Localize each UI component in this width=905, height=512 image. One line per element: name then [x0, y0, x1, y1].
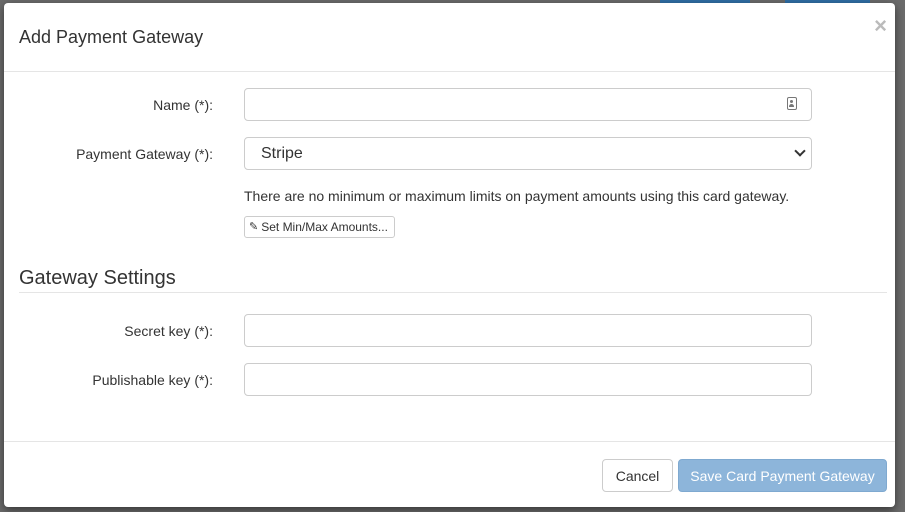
set-min-max-amounts-button[interactable]: ✎ Set Min/Max Amounts...	[244, 216, 395, 238]
publishable-key-row: Publishable key (*):	[4, 363, 895, 397]
section-divider	[19, 292, 887, 293]
payment-gateway-select[interactable]: Stripe	[244, 137, 812, 170]
name-label: Name (*):	[153, 97, 213, 113]
close-icon[interactable]: ×	[874, 15, 887, 37]
payment-gateway-label: Payment Gateway (*):	[76, 146, 213, 162]
payment-gateway-selected-value: Stripe	[261, 145, 303, 162]
modal-footer: Cancel Save Card Payment Gateway	[4, 441, 895, 507]
publishable-key-input[interactable]	[245, 364, 811, 395]
save-card-payment-gateway-button[interactable]: Save Card Payment Gateway	[678, 459, 887, 492]
cancel-button[interactable]: Cancel	[602, 459, 673, 492]
contact-card-icon[interactable]	[787, 97, 797, 110]
publishable-key-label: Publishable key (*):	[92, 372, 213, 388]
pencil-icon: ✎	[249, 220, 259, 233]
modal-title: Add Payment Gateway	[19, 27, 204, 47]
add-payment-gateway-dialog: Add Payment Gateway × Name (*): Payment …	[4, 3, 895, 507]
secret-key-row: Secret key (*):	[4, 314, 895, 348]
set-min-max-amounts-label: Set Min/Max Amounts...	[261, 220, 388, 234]
chevron-down-icon	[794, 145, 806, 157]
gateway-settings-title: Gateway Settings	[19, 267, 176, 289]
secret-key-label: Secret key (*):	[124, 323, 213, 339]
payment-gateway-row: Payment Gateway (*): Stripe	[4, 137, 895, 171]
name-input[interactable]	[245, 89, 811, 120]
name-row: Name (*):	[4, 88, 895, 122]
publishable-key-field-wrapper	[244, 363, 812, 396]
secret-key-field-wrapper	[244, 314, 812, 347]
secret-key-input[interactable]	[245, 315, 811, 346]
limits-help-text: There are no minimum or maximum limits o…	[244, 188, 790, 204]
name-field-wrapper	[244, 88, 812, 121]
modal-header: Add Payment Gateway ×	[4, 3, 895, 72]
